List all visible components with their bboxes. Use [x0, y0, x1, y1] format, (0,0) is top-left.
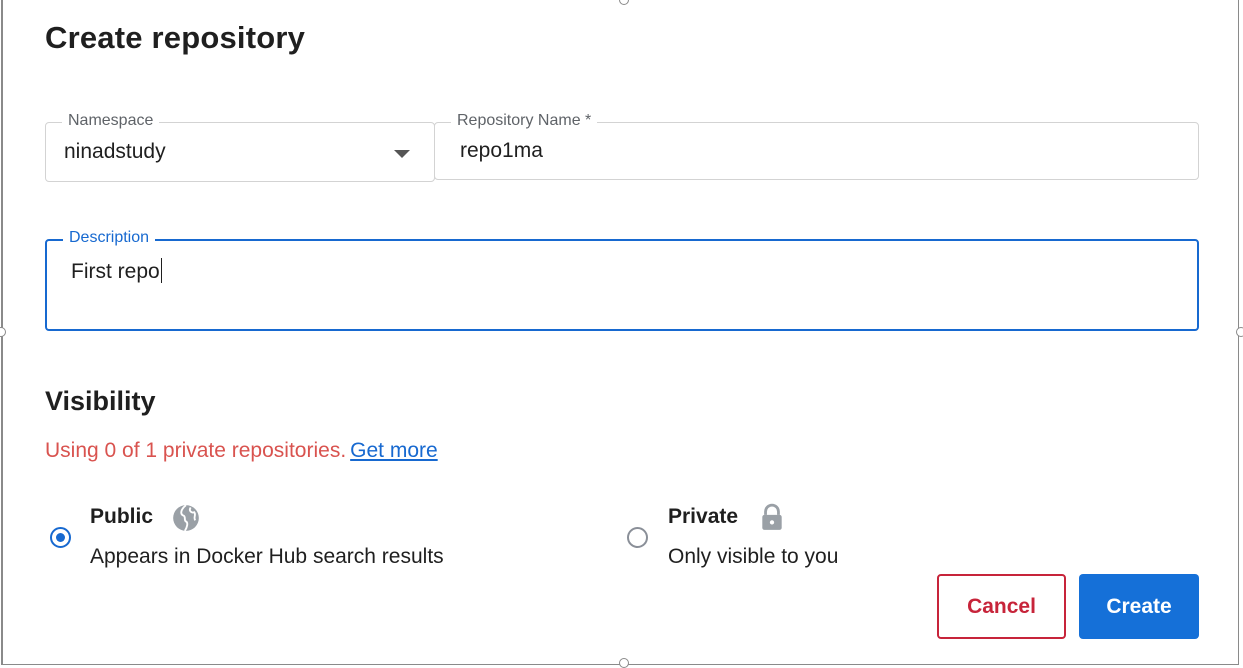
public-option-title[interactable]: Public — [90, 505, 153, 529]
repository-name-label: Repository Name * — [451, 112, 598, 130]
private-usage-notice: Using 0 of 1 private repositories. Get mo… — [45, 439, 438, 463]
globe-icon — [173, 504, 199, 532]
create-button[interactable]: Create — [1079, 574, 1199, 639]
resize-handle-right[interactable] — [1236, 327, 1243, 337]
description-value-wrap: First repo — [71, 258, 162, 284]
repository-name-value: repo1ma — [460, 139, 543, 162]
usage-text: Using 0 of 1 private repositories. — [45, 439, 347, 462]
description-input[interactable]: Description First repo — [45, 229, 1199, 331]
namespace-label: Namespace — [62, 112, 160, 130]
description-value: First repo — [71, 260, 160, 283]
namespace-value: ninadstudy — [64, 140, 166, 163]
private-option-description: Only visible to you — [668, 545, 839, 568]
cancel-button[interactable]: Cancel — [937, 574, 1066, 639]
description-label: Description — [63, 229, 156, 247]
text-cursor — [160, 258, 162, 283]
public-radio[interactable] — [50, 527, 71, 548]
chevron-down-icon[interactable] — [394, 150, 410, 158]
private-radio[interactable] — [627, 527, 648, 548]
dialog-title: Create repository — [45, 20, 306, 55]
namespace-select[interactable]: Namespace ninadstudy — [45, 112, 435, 182]
get-more-link[interactable]: Get more — [350, 439, 438, 462]
public-option-description: Appears in Docker Hub search results — [90, 545, 444, 568]
private-option-title[interactable]: Private — [668, 505, 738, 529]
repository-name-input[interactable]: Repository Name * repo1ma — [434, 112, 1199, 180]
visibility-heading: Visibility — [45, 386, 156, 416]
lock-icon — [762, 503, 782, 530]
